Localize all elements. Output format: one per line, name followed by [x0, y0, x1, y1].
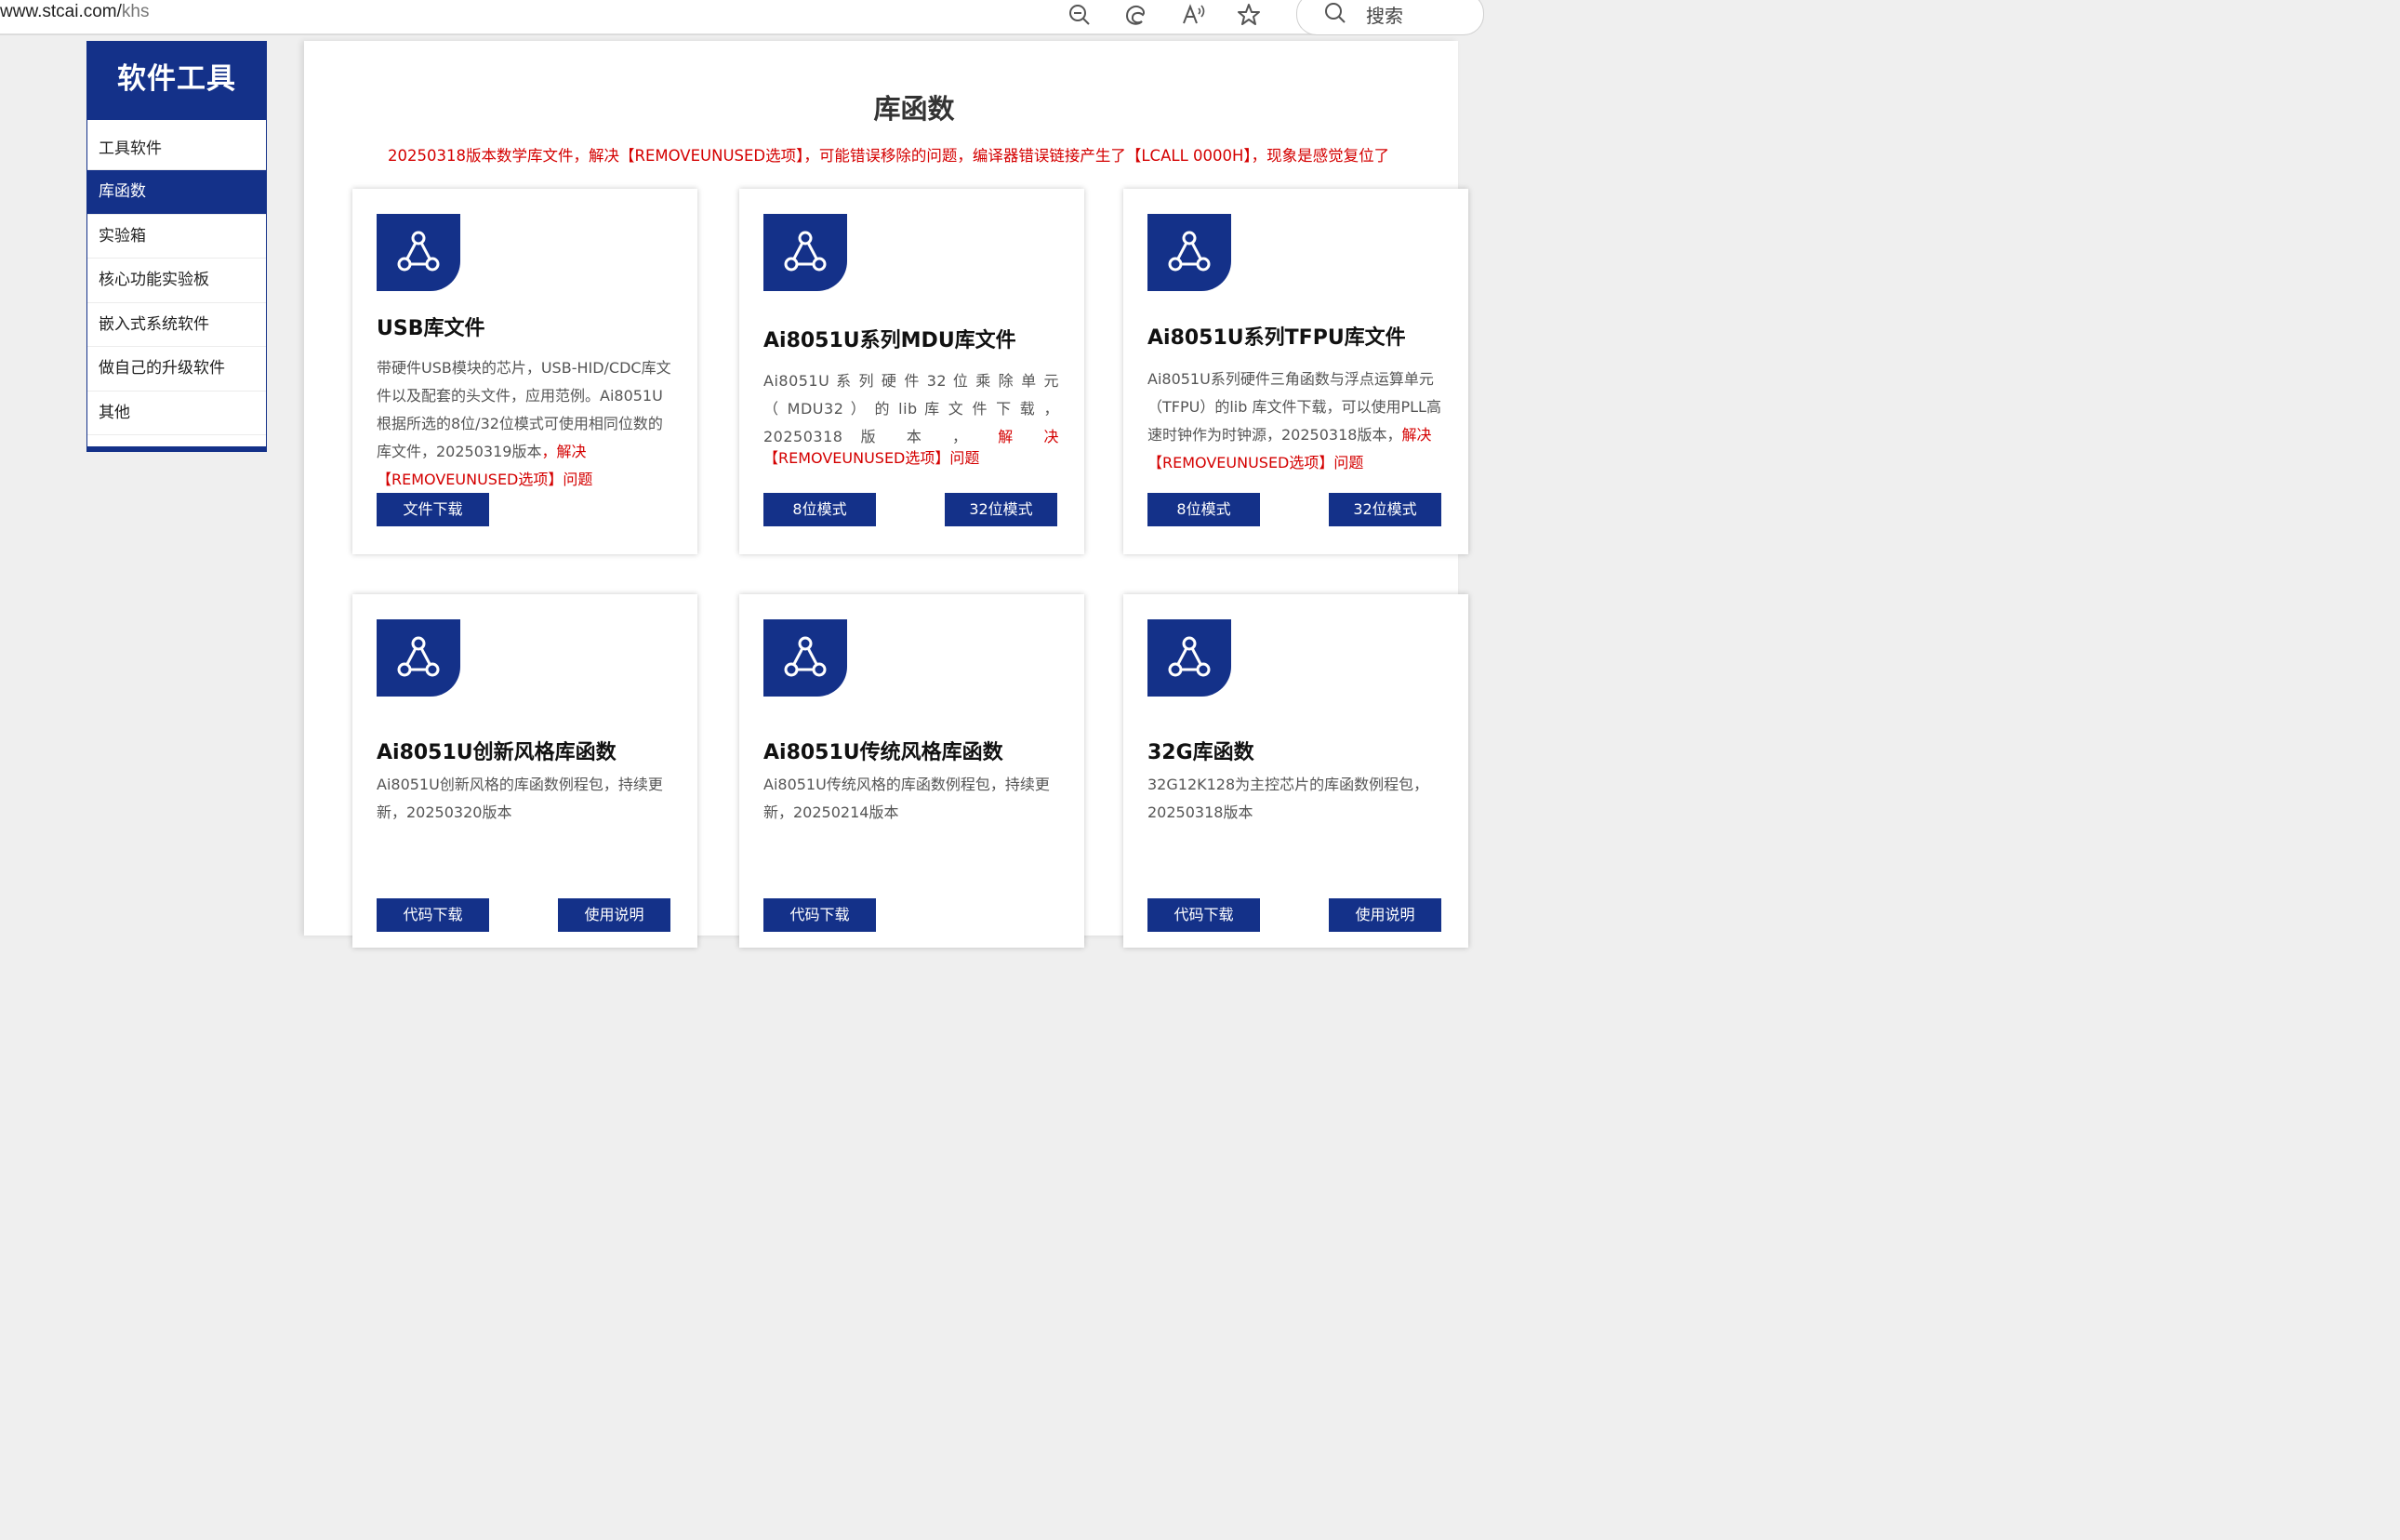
card-description: 带硬件USB模块的芯片，USB-HID/CDC库文件以及配套的头文件，应用范例。…: [377, 354, 672, 494]
8bit-mode-button[interactable]: 8位模式: [1147, 493, 1260, 526]
card-title: Ai8051U传统风格库函数: [763, 741, 1003, 764]
card-description-highlight: 解 决: [998, 428, 1059, 445]
search-label: 搜索: [1366, 5, 1403, 27]
code-download-button[interactable]: 代码下载: [763, 898, 876, 932]
card-description-text: Ai8051U系列硬件三角函数与浮点运算单元（TFPU）的lib 库文件下载，可…: [1147, 370, 1441, 444]
card-title: 32G库函数: [1147, 741, 1254, 764]
card-mdu-library: Ai8051U系列MDU库文件 Ai8051U 系 列 硬 件 32 位 乘 除…: [739, 189, 1084, 554]
card-title: Ai8051U系列TFPU库文件: [1147, 326, 1406, 350]
notice-text: 20250318版本数学库文件，解决【REMOVEUNUSED选项】，可能错误移…: [388, 147, 1390, 165]
card-title: Ai8051U系列MDU库文件: [763, 329, 1016, 352]
sidebar-item-library[interactable]: 库函数: [87, 170, 266, 215]
sidebar-item-lab-box[interactable]: 实验箱: [87, 215, 266, 259]
code-download-button[interactable]: 代码下载: [1147, 898, 1260, 932]
sidebar-item-embedded[interactable]: 嵌入式系统软件: [87, 303, 266, 347]
sidebar-title: 软件工具: [87, 42, 266, 120]
connection-triangle-icon: [1147, 214, 1231, 291]
instructions-button[interactable]: 使用说明: [558, 898, 670, 932]
edge-icon[interactable]: [1123, 3, 1147, 27]
instructions-button[interactable]: 使用说明: [1329, 898, 1441, 932]
card-description-highlight-2: 【REMOVEUNUSED选项】问题: [763, 449, 980, 467]
url-path: khs: [121, 2, 150, 21]
connection-triangle-icon: [763, 214, 847, 291]
zoom-out-icon[interactable]: [1067, 3, 1092, 27]
connection-triangle-icon: [1147, 619, 1231, 697]
card-traditional-library: Ai8051U传统风格库函数 Ai8051U传统风格的库函数例程包，持续更新，2…: [739, 594, 1084, 948]
sidebar: 软件工具 工具软件 库函数 实验箱 核心功能实验板 嵌入式系统软件 做自己的升级…: [86, 41, 267, 452]
search-icon: [1325, 3, 1346, 23]
browser-toolbar: www.stcai.com/khs 搜索: [0, 0, 1484, 35]
read-aloud-icon[interactable]: [1181, 3, 1205, 27]
card-title: USB库文件: [377, 317, 485, 340]
sidebar-item-core-board[interactable]: 核心功能实验板: [87, 259, 266, 303]
card-usb-library: USB库文件 带硬件USB模块的芯片，USB-HID/CDC库文件以及配套的头文…: [352, 189, 697, 554]
sidebar-footer-bar: [87, 446, 266, 451]
main-content: 库函数 20250318版本数学库文件，解决【REMOVEUNUSED选项】，可…: [304, 41, 1468, 948]
32bit-mode-button[interactable]: 32位模式: [1329, 493, 1441, 526]
card-description: Ai8051U传统风格的库函数例程包，持续更新，20250214版本: [763, 776, 1050, 821]
card-description: 32G12K128为主控芯片的库函数例程包，20250318版本: [1147, 776, 1429, 821]
file-download-button[interactable]: 文件下载: [377, 493, 489, 526]
card-title: Ai8051U创新风格库函数: [377, 741, 617, 764]
card-innovative-library: Ai8051U创新风格库函数 Ai8051U创新风格的库函数例程包，持续更新，2…: [352, 594, 697, 948]
card-description: Ai8051U创新风格的库函数例程包，持续更新，20250320版本: [377, 776, 663, 821]
sidebar-item-other[interactable]: 其他: [87, 392, 266, 435]
connection-triangle-icon: [377, 214, 460, 291]
search-input[interactable]: 搜索: [1296, 0, 1484, 35]
connection-triangle-icon: [377, 619, 460, 697]
32bit-mode-button[interactable]: 32位模式: [945, 493, 1057, 526]
url-host: www.stcai.com/: [0, 2, 122, 21]
8bit-mode-button[interactable]: 8位模式: [763, 493, 876, 526]
card-32g-library: 32G库函数 32G12K128为主控芯片的库函数例程包，20250318版本 …: [1123, 594, 1468, 948]
card-description-text: 带硬件USB模块的芯片，USB-HID/CDC库文件以及配套的头文件，应用范例。…: [377, 359, 671, 460]
card-description: Ai8051U系列硬件三角函数与浮点运算单元（TFPU）的lib 库文件下载，可…: [1147, 365, 1445, 477]
code-download-button[interactable]: 代码下载: [377, 898, 489, 932]
star-icon[interactable]: [1237, 3, 1261, 27]
connection-triangle-icon: [763, 619, 847, 697]
card-description-line2: 【REMOVEUNUSED选项】问题: [763, 445, 1059, 472]
page-title: 库函数: [873, 93, 955, 125]
address-bar[interactable]: www.stcai.com/khs: [0, 2, 150, 22]
card-description: Ai8051U 系 列 硬 件 32 位 乘 除 单 元 （ MDU32 ） 的…: [763, 367, 1059, 451]
card-tfpu-library: Ai8051U系列TFPU库文件 Ai8051U系列硬件三角函数与浮点运算单元（…: [1123, 189, 1468, 554]
sidebar-item-tools[interactable]: 工具软件: [87, 120, 266, 170]
sidebar-item-upgrade[interactable]: 做自己的升级软件: [87, 347, 266, 392]
